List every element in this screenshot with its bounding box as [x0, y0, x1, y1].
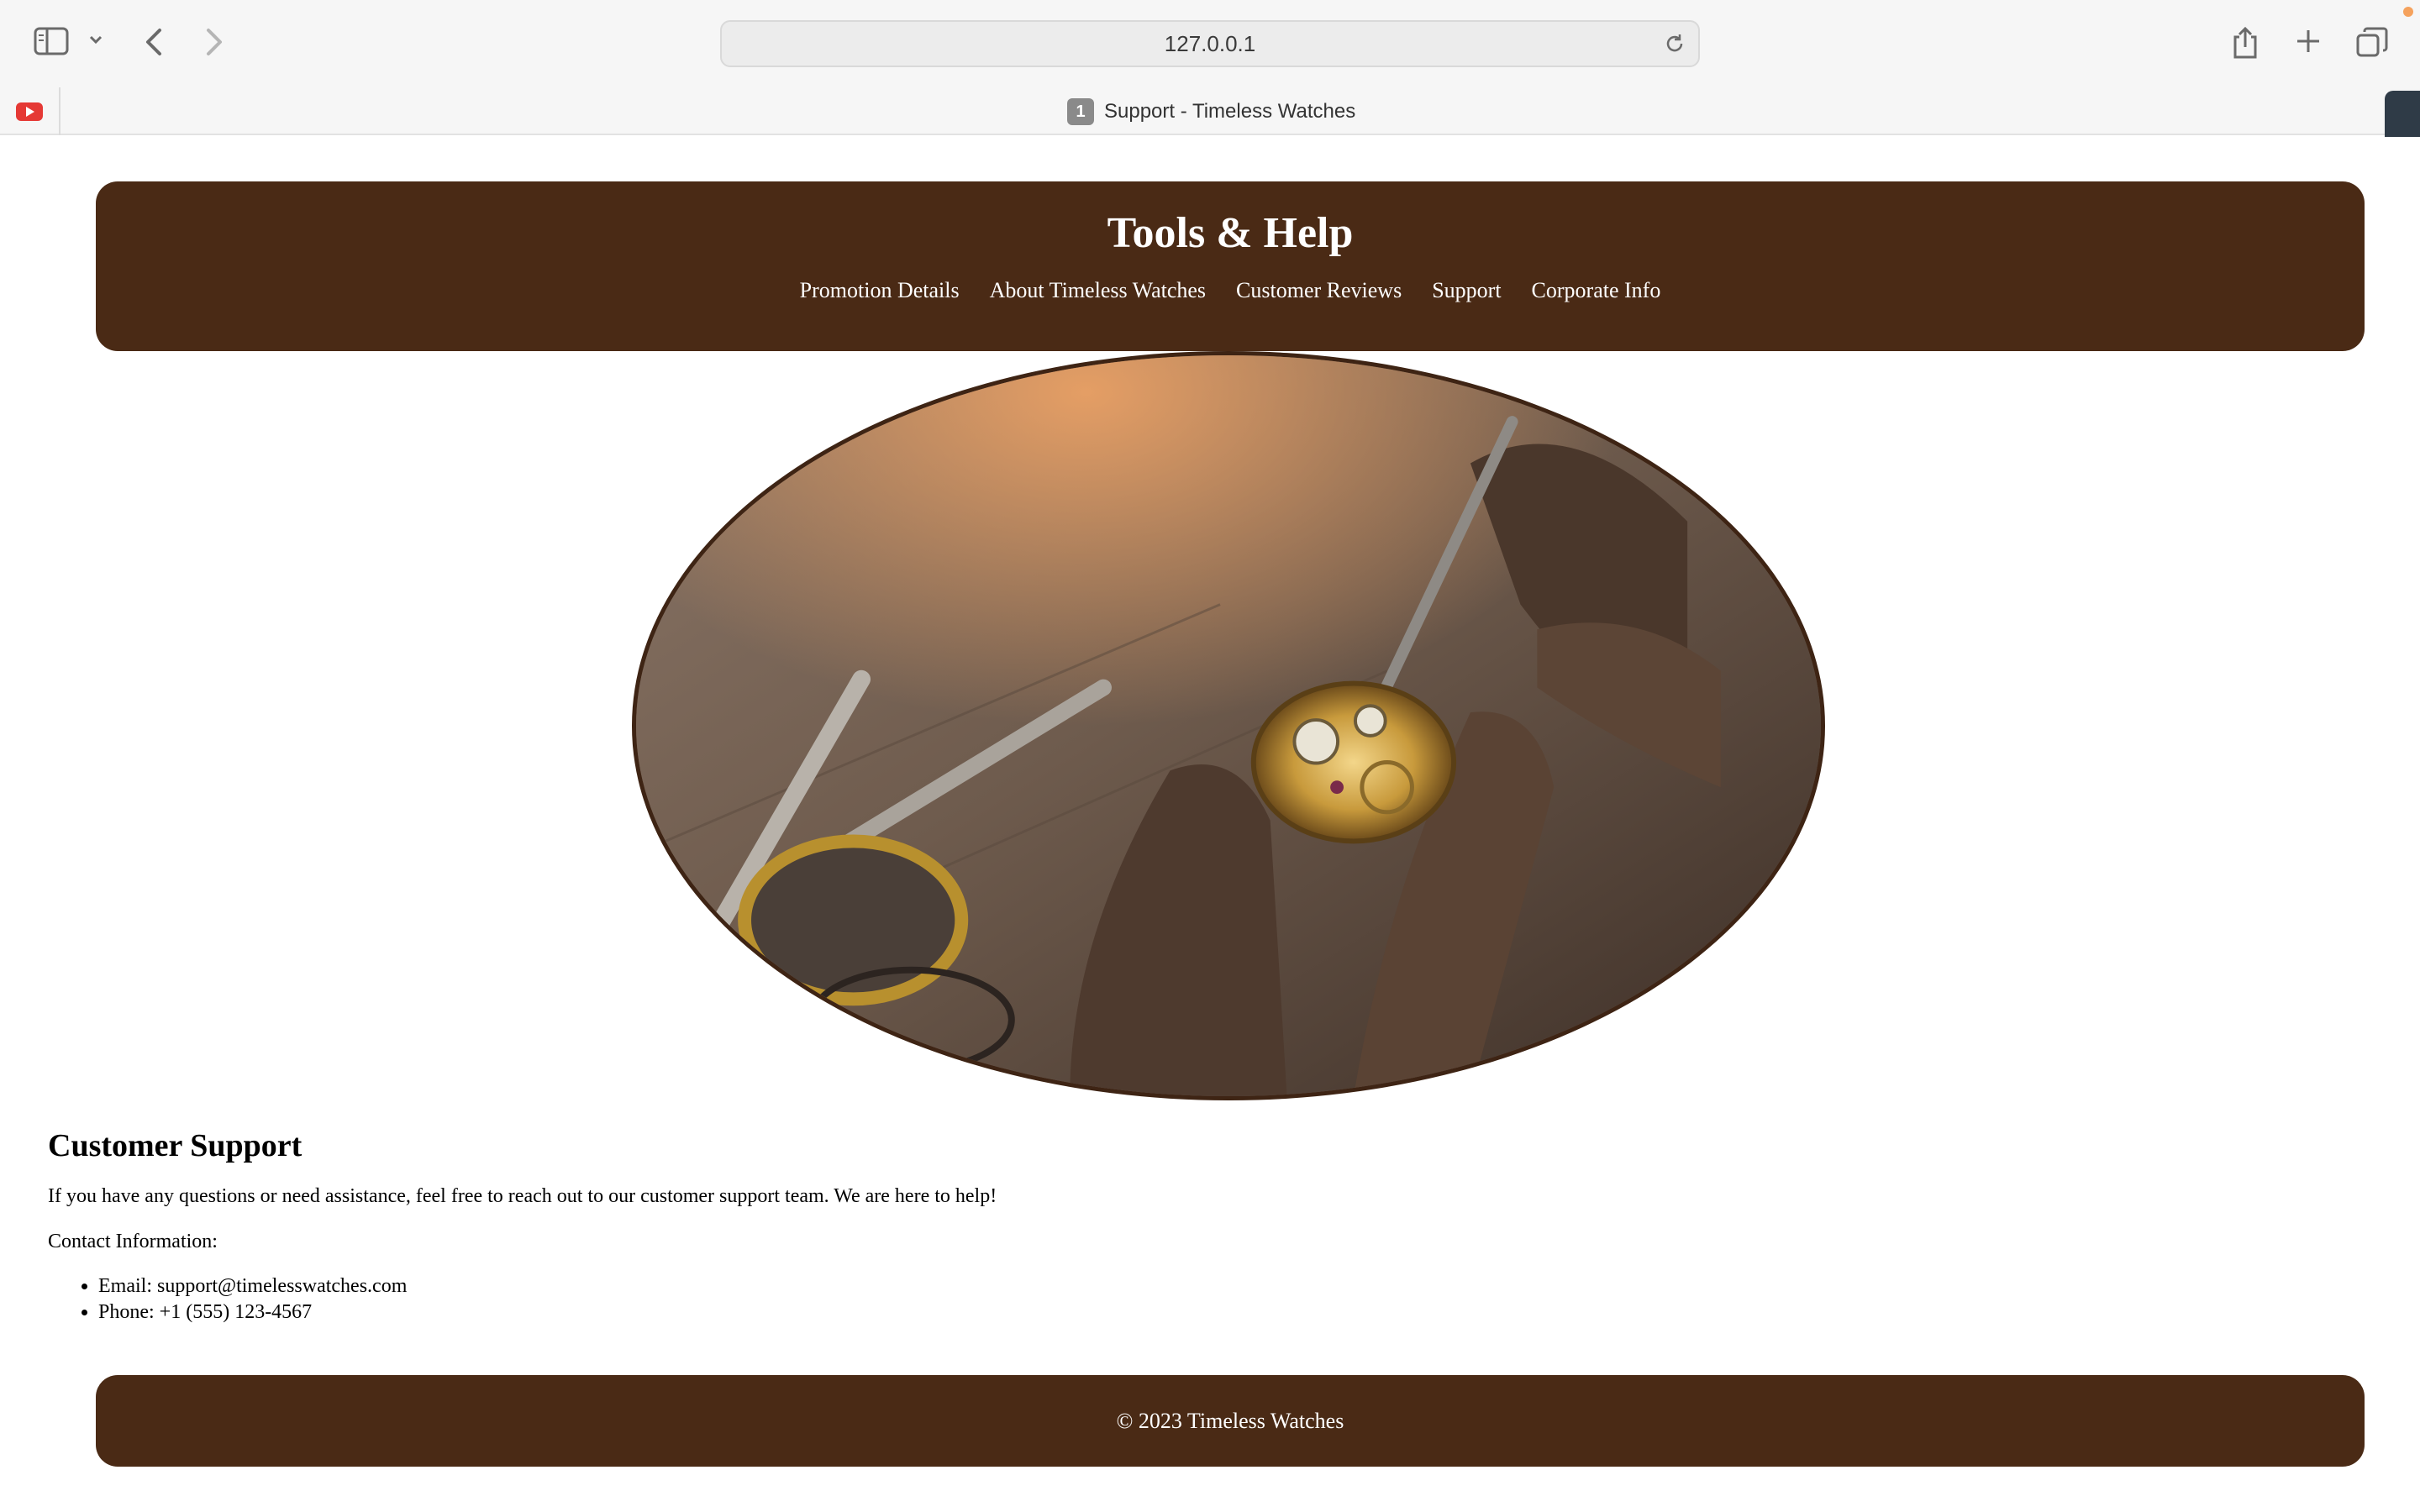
- nav-promotion-details[interactable]: Promotion Details: [800, 276, 960, 305]
- contact-phone: Phone: +1 (555) 123-4567: [98, 1299, 2367, 1326]
- contact-list: Email: support@timelesswatches.com Phone…: [98, 1273, 2367, 1326]
- contact-label: Contact Information:: [48, 1231, 218, 1252]
- support-section: Customer Support If you have any questio…: [48, 1126, 2367, 1326]
- section-heading: Customer Support: [48, 1128, 302, 1163]
- notification-dot: [2403, 7, 2413, 17]
- address-text: 127.0.0.1: [1164, 31, 1256, 56]
- back-arrow-icon[interactable]: [141, 27, 168, 57]
- youtube-icon: [16, 102, 43, 121]
- tab-badge: 1: [1067, 98, 1094, 125]
- site-footer: © 2023 Timeless Watches: [96, 1375, 2365, 1467]
- site-title: Tools & Help: [1107, 209, 1354, 257]
- tabs-overview-icon[interactable]: [2356, 27, 2388, 57]
- active-tab[interactable]: 1 Support - Timeless Watches: [1067, 97, 1355, 126]
- copyright-text: © 2023 Timeless Watches: [1116, 1408, 1344, 1433]
- pinned-tab[interactable]: [0, 87, 60, 135]
- hero-image: [632, 351, 1825, 1100]
- address-bar[interactable]: 127.0.0.1: [720, 20, 1700, 67]
- contact-email: Email: support@timelesswatches.com: [98, 1273, 2367, 1299]
- share-icon[interactable]: [2230, 25, 2260, 60]
- main-nav: Promotion Details About Timeless Watches…: [96, 276, 2365, 305]
- chevron-down-icon[interactable]: [87, 34, 104, 45]
- nav-customer-reviews[interactable]: Customer Reviews: [1236, 276, 1402, 305]
- site-header: Tools & Help Promotion Details About Tim…: [96, 181, 2365, 351]
- forward-arrow-icon[interactable]: [200, 27, 227, 57]
- nav-support[interactable]: Support: [1432, 276, 1501, 305]
- nav-corporate-info[interactable]: Corporate Info: [1532, 276, 1661, 305]
- page-content: Tools & Help Promotion Details About Tim…: [0, 137, 2420, 1512]
- browser-toolbar: 127.0.0.1 1 Support - Timeless Watches: [0, 0, 2420, 135]
- nav-about[interactable]: About Timeless Watches: [990, 276, 1206, 305]
- plus-icon[interactable]: [2294, 27, 2323, 55]
- reload-icon[interactable]: [1663, 32, 1686, 60]
- tab-bar: 1 Support - Timeless Watches: [0, 87, 2420, 135]
- tab-title: Support - Timeless Watches: [1104, 100, 1356, 123]
- intro-text: If you have any questions or need assist…: [48, 1185, 997, 1207]
- sidebar-icon[interactable]: [34, 27, 69, 55]
